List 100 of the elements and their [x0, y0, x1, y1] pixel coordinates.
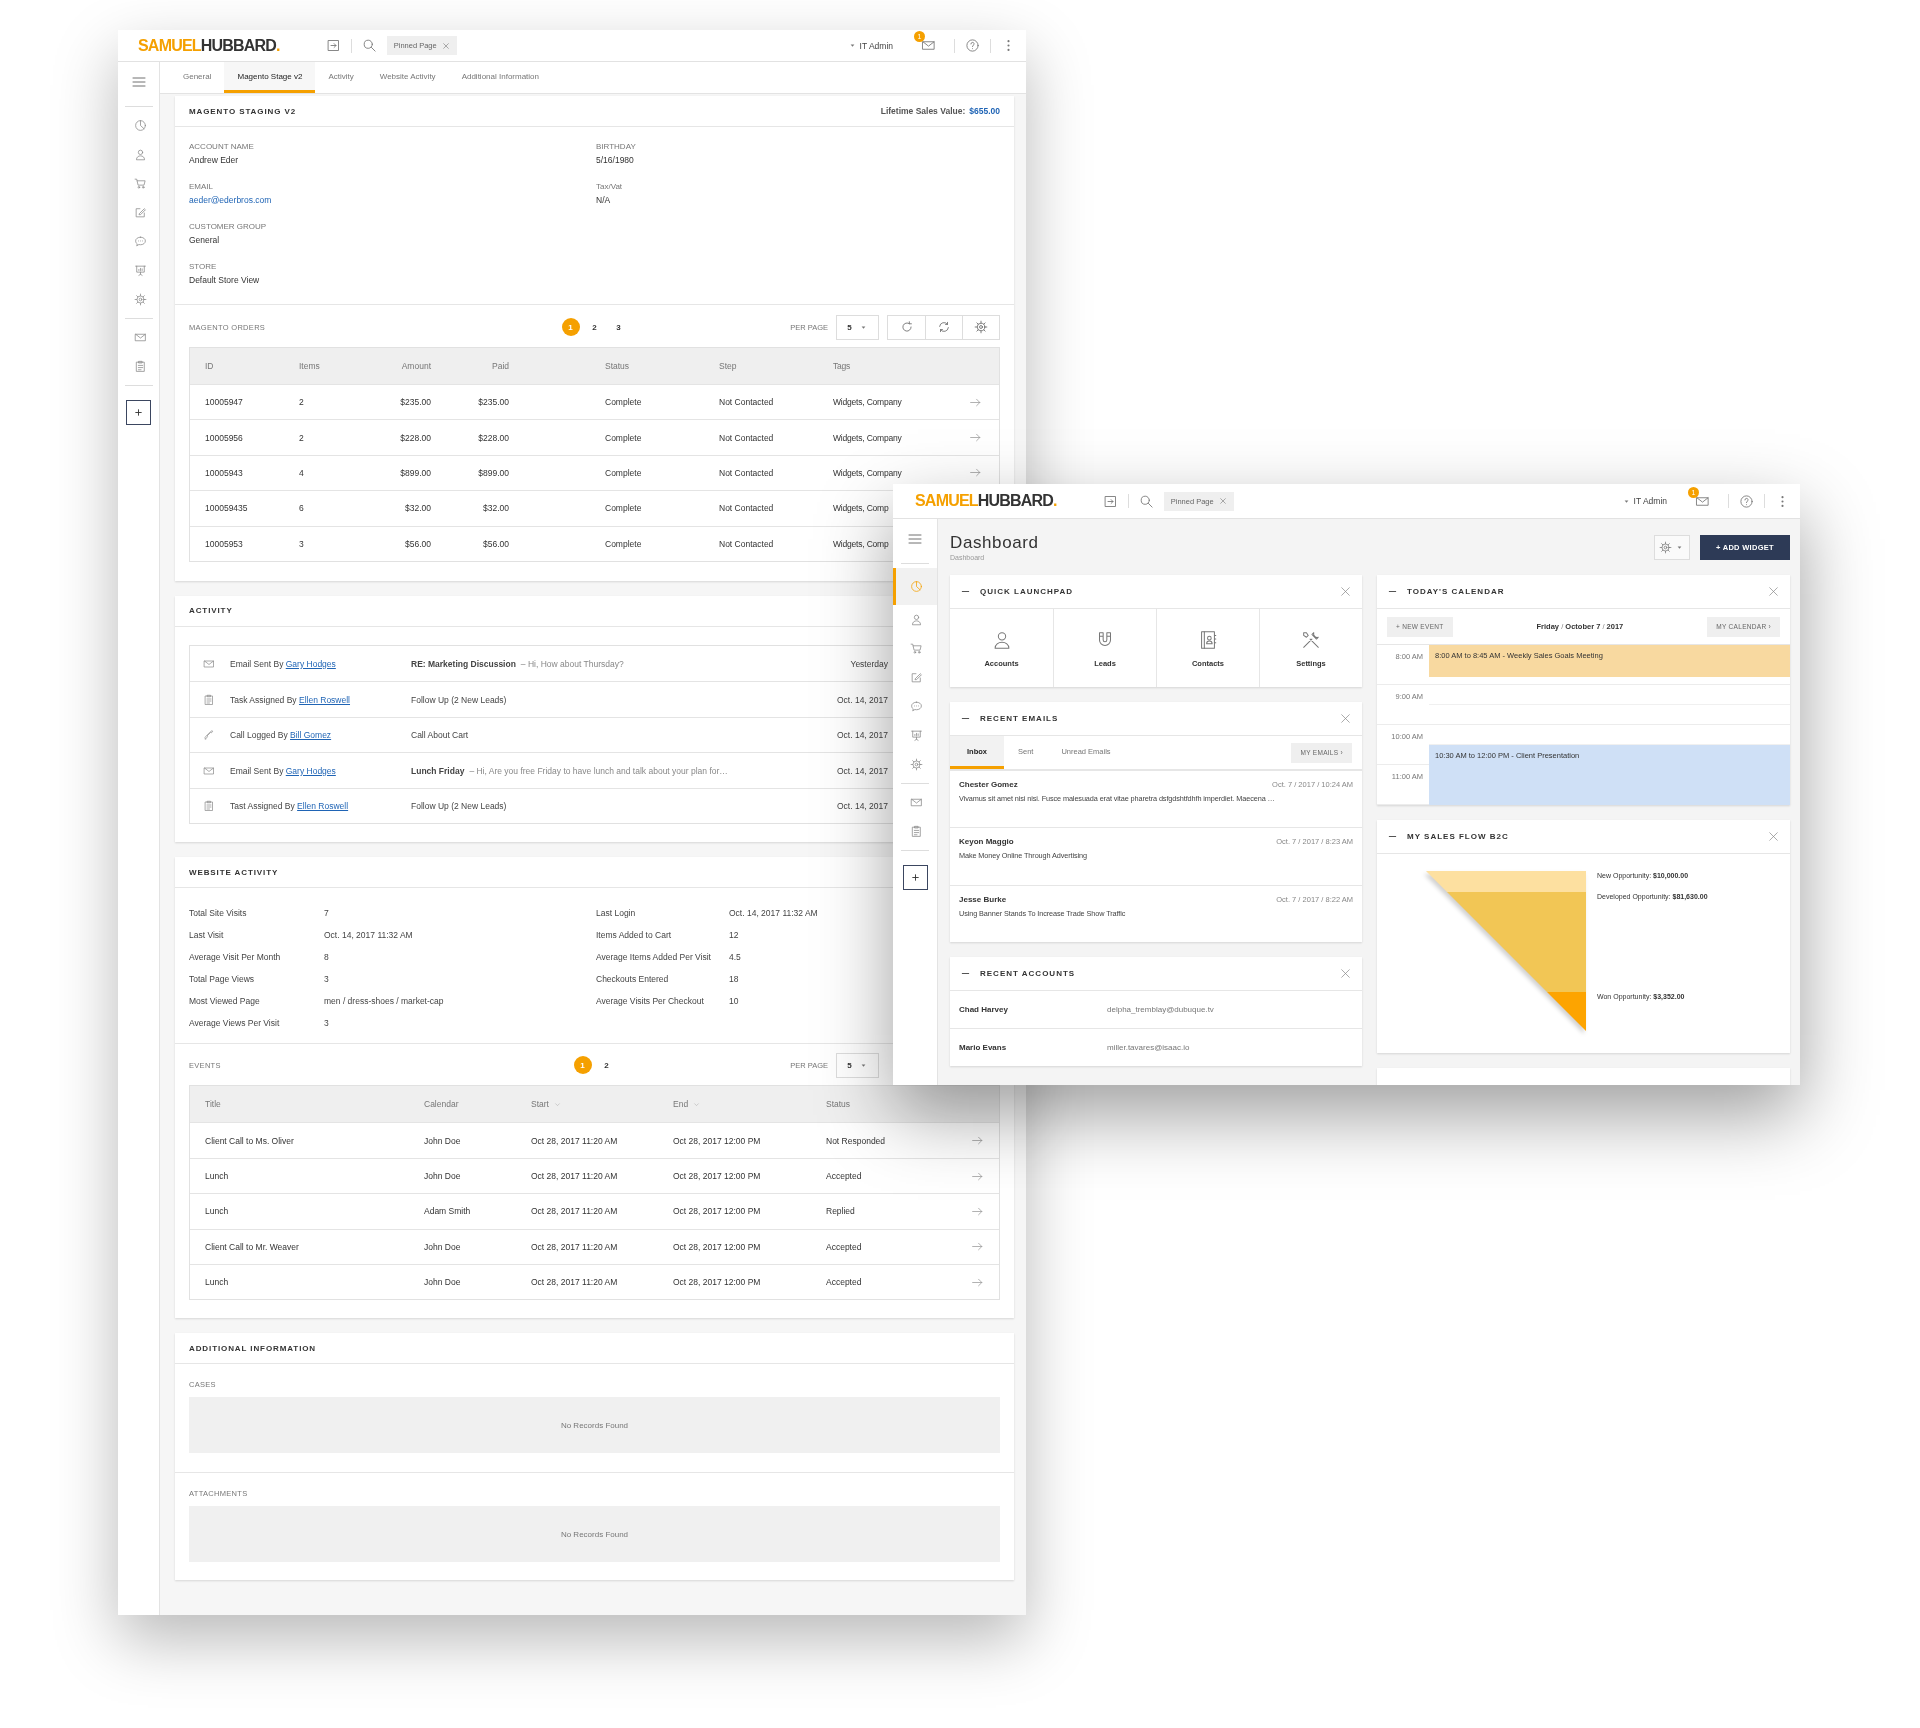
stat-label: Average Visit Per Month: [189, 952, 281, 963]
activity-author: Email Sent By Gary Hodges: [230, 658, 337, 669]
stat-label: Last Login: [596, 908, 636, 919]
column-header: ID: [204, 361, 215, 371]
stat-value: men / dress-shoes / market-cap: [324, 996, 444, 1007]
page-button[interactable]: 2: [585, 318, 604, 336]
table-cell-text: Adam Smith: [424, 1206, 472, 1217]
table-cell-text: Lunch: [204, 1206, 230, 1217]
sync-icon: [937, 320, 951, 334]
menu-icon: [130, 74, 147, 90]
table-cell-text: Accepted: [826, 1171, 863, 1182]
page-button[interactable]: 2: [597, 1056, 616, 1075]
stat-value: 12: [729, 930, 739, 941]
person-link[interactable]: Gary Hodges: [285, 765, 336, 776]
tab[interactable]: General: [170, 62, 225, 93]
tab[interactable]: Website Activity: [366, 62, 449, 93]
column-header: Status: [826, 1099, 851, 1110]
sortable-column-header[interactable]: Start: [531, 1086, 673, 1123]
table-cell-text: Oct 28, 2017 12:00 PM: [673, 1135, 762, 1146]
help-icon[interactable]: [1739, 493, 1754, 509]
search-button[interactable]: [1138, 493, 1154, 509]
field-label: CUSTOMER GROUP: [189, 221, 267, 233]
clipboard-icon: [133, 360, 147, 373]
sidebar-button[interactable]: [893, 568, 937, 605]
search-button[interactable]: [361, 38, 377, 53]
activity-date: Oct. 14, 2017: [836, 765, 888, 776]
email-sender: Chester Gomez: [959, 780, 1018, 789]
account-email: miller.tavares@isaac.io: [1107, 1043, 1190, 1053]
table-cell-text: 100059435: [204, 503, 249, 514]
add-button[interactable]: [902, 865, 928, 890]
user-icon: [910, 613, 923, 626]
table-cell-text: John Doe: [424, 1277, 462, 1288]
table-cell-text: $228.00: [399, 432, 432, 443]
tab[interactable]: Additional Information: [448, 62, 552, 93]
field-value: N/A: [596, 194, 611, 207]
close-icon[interactable]: [1767, 585, 1780, 598]
activity-date: Yesterday: [850, 658, 888, 669]
user-menu[interactable]: IT Admin: [1621, 496, 1667, 506]
settings-dropdown[interactable]: [1653, 534, 1690, 560]
person-link[interactable]: Bill Gomez: [290, 730, 332, 741]
chat-icon: [910, 700, 923, 713]
stat-value: 7: [324, 908, 329, 919]
table-cell-text: Widgets, Comp: [832, 503, 889, 514]
table-cell-text: Lunch: [204, 1277, 230, 1288]
column-header: Items: [298, 361, 321, 371]
stat-value: 18: [729, 974, 739, 985]
search-icon: [1138, 493, 1154, 509]
table-cell-text: $32.00: [404, 503, 432, 514]
table-cell-text: Widgets, Comp: [832, 538, 889, 549]
stat-label: Checkouts Entered: [596, 974, 669, 985]
sortable-column-header[interactable]: End: [673, 1086, 826, 1123]
mail-icon[interactable]: [921, 38, 936, 53]
page-button[interactable]: 3: [609, 318, 628, 336]
section-title: WEBSITE ACTIVITY: [189, 867, 279, 877]
presentation-icon: [133, 264, 147, 277]
tab[interactable]: Magento Stage v2: [224, 62, 316, 93]
table-cell-text: Oct 28, 2017 12:00 PM: [673, 1277, 762, 1288]
table-cell-text: $899.00: [399, 467, 432, 478]
table-cell-text: Oct 28, 2017 12:00 PM: [673, 1206, 762, 1217]
table-cell-text: Complete: [604, 538, 643, 549]
per-page-select[interactable]: 5: [836, 1052, 879, 1078]
mail-icon: [203, 764, 215, 777]
table-cell-text: Not Contacted: [718, 503, 775, 514]
table-cell-text: $56.00: [482, 538, 510, 549]
table-cell-text: Complete: [604, 397, 643, 408]
sign-in-button[interactable]: [325, 38, 341, 53]
table-cell-text: Not Contacted: [718, 397, 775, 408]
stat-label: Items Added to Cart: [596, 930, 672, 941]
table-cell-text: Complete: [604, 432, 643, 443]
user-menu[interactable]: IT Admin: [847, 40, 893, 51]
email-link[interactable]: aeder@ederbros.com: [189, 193, 272, 207]
close-icon[interactable]: [441, 41, 450, 50]
add-button[interactable]: [126, 400, 151, 425]
stat-value: 3: [324, 1018, 329, 1029]
phone-icon: [203, 729, 215, 742]
logo: SAMUELHUBBARD.: [915, 492, 1057, 510]
table-cell-text: John Doe: [424, 1171, 462, 1182]
close-icon[interactable]: [1339, 585, 1352, 598]
stat-value: Oct. 14, 2017 11:32 AM: [729, 908, 818, 919]
person-link[interactable]: Gary Hodges: [285, 658, 336, 669]
close-icon[interactable]: [1339, 712, 1352, 725]
table-cell-text: $235.00: [399, 397, 432, 408]
tab[interactable]: Activity: [315, 62, 367, 93]
close-icon[interactable]: [1767, 830, 1780, 843]
close-icon[interactable]: [1339, 966, 1352, 980]
sign-in-button[interactable]: [1102, 493, 1118, 509]
table-cell-text: John Doe: [424, 1135, 462, 1146]
per-page-select[interactable]: 5: [836, 314, 879, 340]
table-cell-text: Oct 28, 2017 11:20 AM: [531, 1135, 619, 1146]
person-link[interactable]: Ellen Roswell: [297, 801, 349, 812]
person-link[interactable]: Ellen Roswell: [299, 694, 350, 705]
table-cell-text: Widgets, Company: [832, 467, 902, 478]
column-header: Paid: [491, 361, 510, 371]
close-icon[interactable]: [1218, 497, 1227, 505]
help-icon[interactable]: [965, 38, 980, 53]
field-value: Andrew Eder: [189, 154, 239, 167]
stat-value: 3: [324, 974, 329, 985]
edit-icon: [910, 671, 923, 684]
activity-author: Call Logged By Bill Gomez: [230, 730, 333, 741]
pie-chart-icon: [910, 580, 923, 593]
